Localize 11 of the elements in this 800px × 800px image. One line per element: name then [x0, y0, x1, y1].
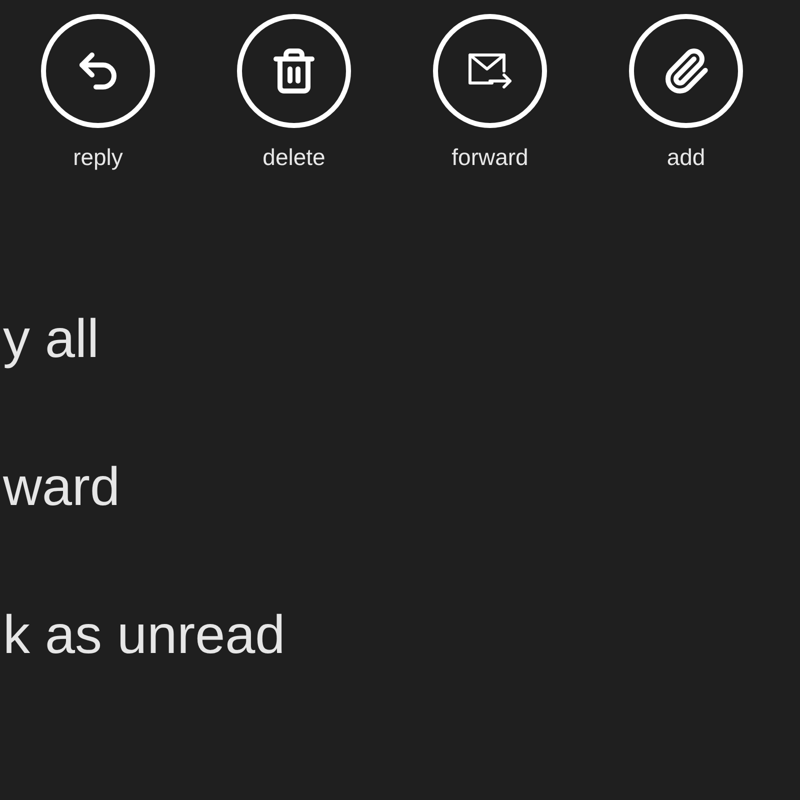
button-label: forward	[452, 146, 528, 169]
app-bar-button[interactable]	[629, 14, 743, 128]
menu-item[interactable]: k as unread	[0, 603, 288, 667]
app-bar-button[interactable]	[41, 14, 155, 128]
button-label: delete	[262, 146, 326, 169]
button-label: add	[666, 146, 706, 169]
app-bar-button[interactable]	[433, 14, 547, 128]
menu-item[interactable]: y all	[0, 307, 102, 371]
app-bar-button[interactable]	[237, 14, 351, 128]
menu-item[interactable]: ward	[0, 455, 124, 519]
button-label: reply	[73, 146, 123, 169]
